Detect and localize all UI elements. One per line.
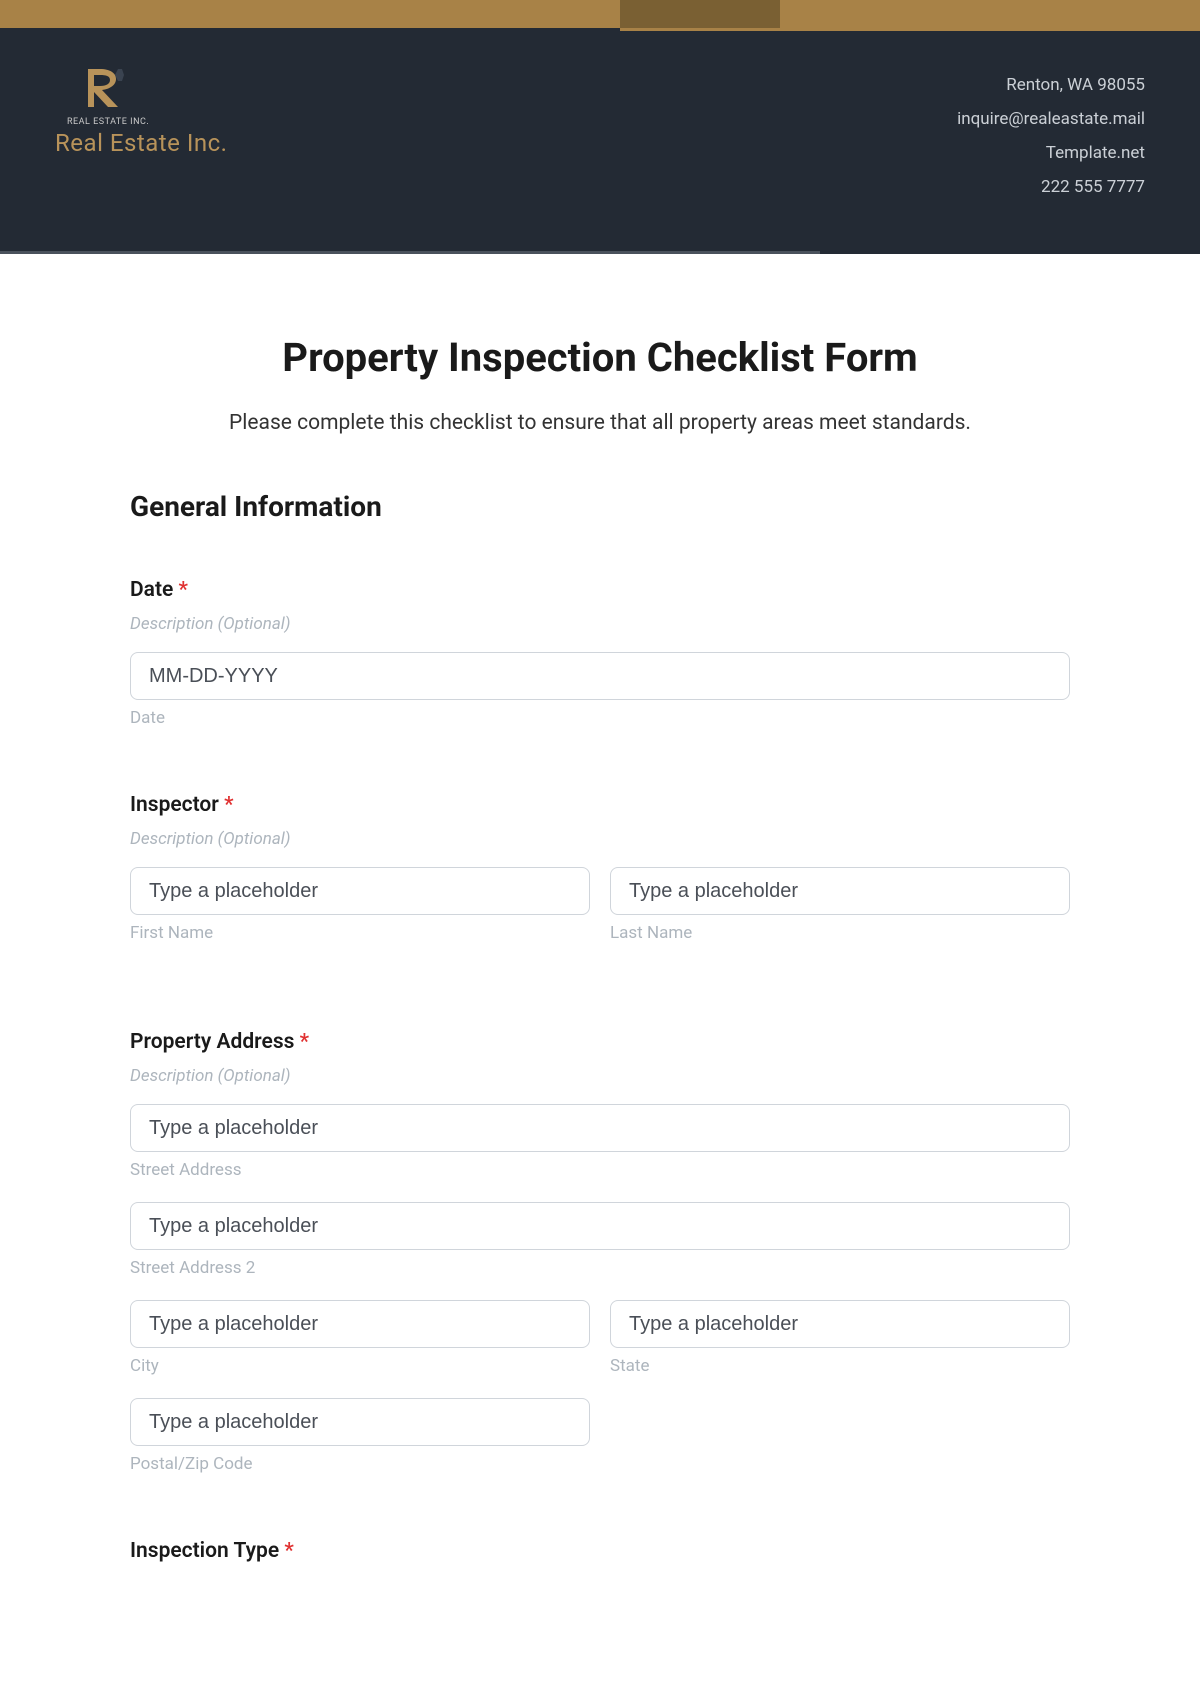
sublabel-street1: Street Address [130,1160,1070,1180]
contact-phone: 222 555 7777 [957,170,1145,204]
state-input[interactable] [610,1300,1070,1348]
field-description-date[interactable]: Description (Optional) [130,614,1070,634]
form-title: Property Inspection Checklist Form [130,334,1070,381]
required-indicator: * [224,793,233,817]
street-address-input[interactable] [130,1104,1070,1152]
field-label-inspector: Inspector * [130,793,1070,817]
inspector-first-name-input[interactable] [130,867,590,915]
date-input[interactable] [130,652,1070,700]
header-contact: Renton, WA 98055 inquire@realeastate.mai… [957,63,1145,204]
sublabel-state: State [610,1356,1070,1376]
logo-subtext: REAL ESTATE INC. [67,117,149,127]
company-logo-icon [80,63,130,113]
postal-code-input[interactable] [130,1398,590,1446]
sublabel-street2: Street Address 2 [130,1258,1070,1278]
field-label-inspection-type: Inspection Type * [130,1539,1070,1563]
sublabel-last-name: Last Name [610,923,1070,943]
sublabel-city: City [130,1356,590,1376]
form-content: Property Inspection Checklist Form Pleas… [0,254,1200,1668]
header-accent-dark [620,0,780,28]
field-description-inspector[interactable]: Description (Optional) [130,829,1070,849]
header: REAL ESTATE INC. Real Estate Inc. Renton… [0,28,1200,254]
field-group-date: Date * Description (Optional) Date [130,578,1070,728]
city-input[interactable] [130,1300,590,1348]
street-address-2-input[interactable] [130,1202,1070,1250]
contact-email: inquire@realeastate.mail [957,102,1145,136]
contact-address: Renton, WA 98055 [957,68,1145,102]
sublabel-date: Date [130,708,1070,728]
field-label-address: Property Address * [130,1030,1070,1054]
inspector-last-name-input[interactable] [610,867,1070,915]
required-indicator: * [179,578,188,602]
contact-website: Template.net [957,136,1145,170]
sublabel-first-name: First Name [130,923,590,943]
field-group-inspection-type: Inspection Type * [130,1539,1070,1563]
field-group-inspector: Inspector * Description (Optional) First… [130,793,1070,965]
required-indicator: * [300,1030,309,1054]
sublabel-postal: Postal/Zip Code [130,1454,590,1474]
field-description-address[interactable]: Description (Optional) [130,1066,1070,1086]
field-label-date: Date * [130,578,1070,602]
company-name: Real Estate Inc. [55,129,228,157]
section-title-general: General Information [130,490,1070,523]
header-accent-bar [0,0,1200,28]
logo-block: REAL ESTATE INC. Real Estate Inc. [55,63,228,157]
field-group-address: Property Address * Description (Optional… [130,1030,1070,1474]
required-indicator: * [284,1539,293,1563]
form-subtitle: Please complete this checklist to ensure… [130,411,1070,435]
